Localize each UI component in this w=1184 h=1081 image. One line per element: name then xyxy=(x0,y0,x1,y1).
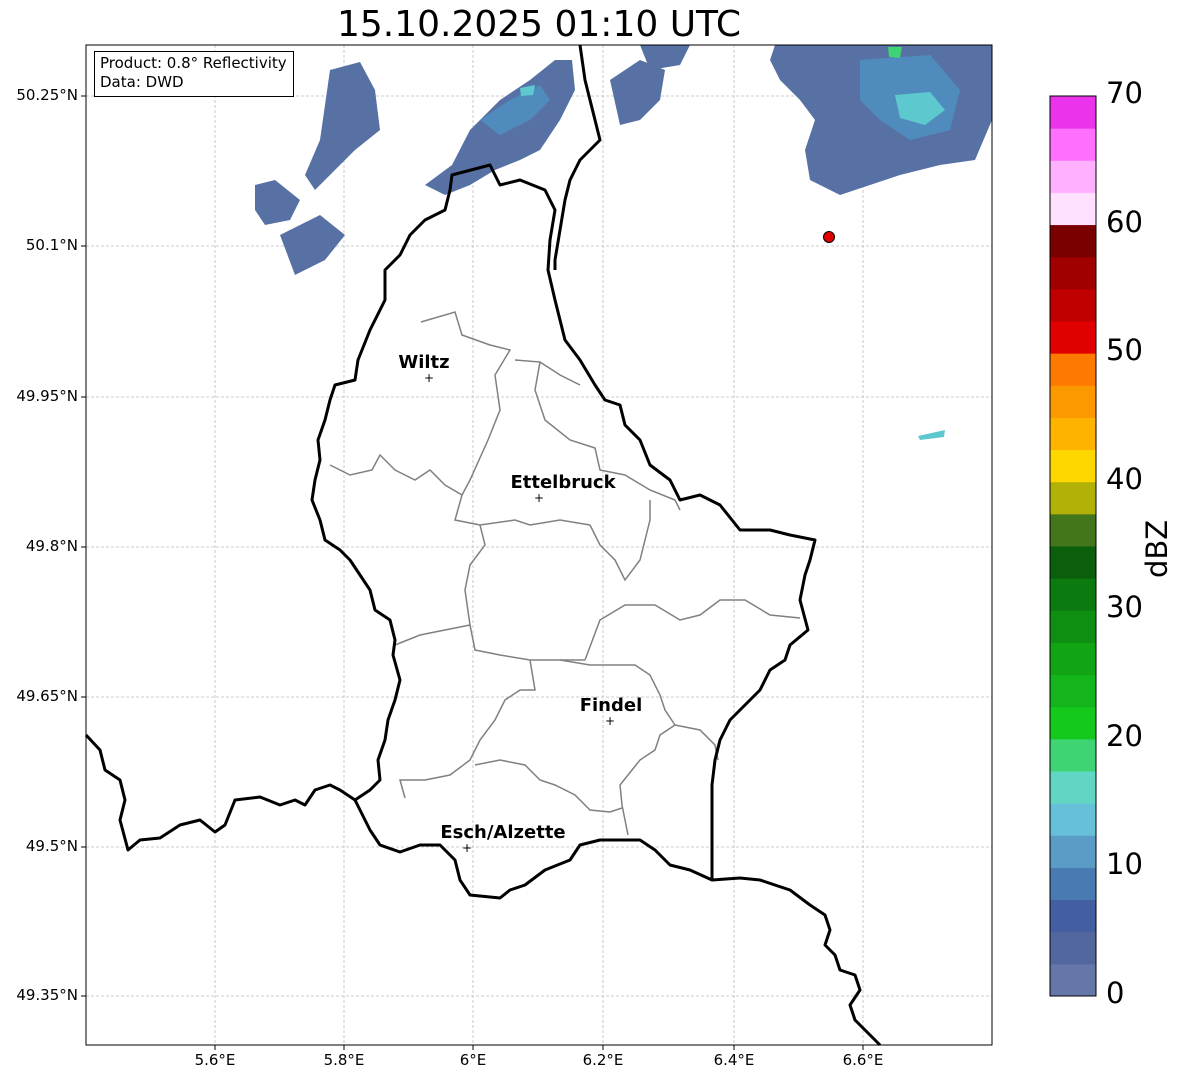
colorbar-segment xyxy=(1050,417,1096,451)
product-label: Product: 0.8° Reflectivity xyxy=(100,54,287,72)
lon-tick-label: 6.6°E xyxy=(842,1051,884,1069)
colorbar-segment xyxy=(1050,835,1096,868)
lon-tick-label: 5.8°E xyxy=(323,1051,365,1069)
city-label-wiltz: Wiltz xyxy=(398,352,449,373)
lon-tick-label: 5.6°E xyxy=(194,1051,236,1069)
colorbar-tick-label: 70 xyxy=(1106,76,1143,110)
lat-tick-label: 49.35°N xyxy=(16,986,78,1004)
colorbar-segment xyxy=(1050,449,1096,483)
colorbar-label: dBZ xyxy=(1140,519,1174,578)
colorbar-tick-label: 40 xyxy=(1106,462,1143,496)
colorbar-segment xyxy=(1050,738,1096,772)
colorbar-segment xyxy=(1050,513,1096,547)
map-area xyxy=(86,45,992,1045)
colorbar-segment xyxy=(1050,481,1096,515)
colorbar-segment xyxy=(1050,803,1096,836)
lat-tick-label: 50.1°N xyxy=(25,236,78,254)
colorbar-segment xyxy=(1050,256,1096,290)
lon-tick-label: 6°E xyxy=(459,1051,487,1069)
colorbar xyxy=(1050,96,1096,997)
lon-tick-label: 6.2°E xyxy=(582,1051,624,1069)
colorbar-segment xyxy=(1050,385,1096,418)
colorbar-segment xyxy=(1050,899,1096,933)
radar-map[interactable]: Wiltz + Ettelbruck + Findel + Esch/Alzet… xyxy=(0,0,1184,1081)
city-marker-icon: + xyxy=(605,714,615,728)
colorbar-tick-label: 10 xyxy=(1106,847,1143,881)
colorbar-tick-label: 60 xyxy=(1106,205,1143,239)
colorbar-segment xyxy=(1050,128,1096,161)
lat-tick-label: 49.65°N xyxy=(16,687,78,705)
colorbar-segment xyxy=(1050,706,1096,740)
city-marker-icon: + xyxy=(462,841,472,855)
echo-core-green xyxy=(888,47,902,58)
colorbar-segment xyxy=(1050,288,1096,322)
colorbar-tick-label: 0 xyxy=(1106,976,1125,1010)
colorbar-segment xyxy=(1050,160,1096,193)
colorbar-segment xyxy=(1050,353,1096,386)
colorbar-segment xyxy=(1050,642,1096,676)
lat-tick-label: 49.8°N xyxy=(25,537,78,555)
city-marker-icon: + xyxy=(534,491,544,505)
colorbar-tick-label: 30 xyxy=(1106,590,1143,624)
city-label-esch-alzette: Esch/Alzette xyxy=(440,822,565,843)
data-source-label: Data: DWD xyxy=(100,73,184,91)
colorbar-segment xyxy=(1050,674,1096,708)
colorbar-segment xyxy=(1050,321,1096,354)
colorbar-segment xyxy=(1050,192,1096,226)
colorbar-segment xyxy=(1050,546,1096,579)
colorbar-segment xyxy=(1050,224,1096,258)
city-label-findel: Findel xyxy=(580,695,643,716)
city-label-ettelbruck: Ettelbruck xyxy=(510,472,616,493)
lat-tick-label: 49.5°N xyxy=(25,837,78,855)
product-info-box: Product: 0.8° Reflectivity Data: DWD xyxy=(94,51,294,97)
lat-tick-label: 50.25°N xyxy=(16,86,78,104)
colorbar-segment xyxy=(1050,610,1096,643)
colorbar-segment xyxy=(1050,931,1096,965)
colorbar-segment xyxy=(1050,963,1096,997)
colorbar-tick-label: 50 xyxy=(1106,333,1143,367)
radar-site-marker[interactable] xyxy=(823,231,835,243)
colorbar-segment xyxy=(1050,96,1096,129)
colorbar-tick-label: 20 xyxy=(1106,719,1143,753)
colorbar-segment xyxy=(1050,867,1096,901)
colorbar-segment xyxy=(1050,771,1096,804)
lon-tick-label: 6.4°E xyxy=(713,1051,755,1069)
colorbar-segment xyxy=(1050,578,1096,611)
city-marker-icon: + xyxy=(424,371,434,385)
lat-tick-label: 49.95°N xyxy=(16,387,78,405)
